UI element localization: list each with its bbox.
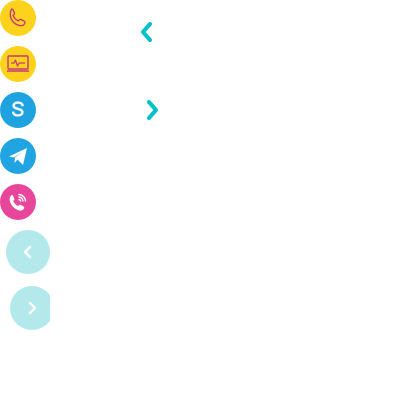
side-controls: [0, 222, 50, 342]
viber-icon: [9, 193, 27, 211]
chevron-right-icon: [147, 100, 158, 120]
telegram-icon: [9, 148, 27, 165]
side-prev-button[interactable]: [6, 230, 50, 274]
side-next-button[interactable]: [10, 286, 50, 330]
skype-button[interactable]: [0, 92, 36, 128]
skype-icon: [12, 101, 24, 117]
chevron-left-button[interactable]: [137, 20, 157, 49]
telegram-button[interactable]: [0, 138, 36, 174]
chevron-left-icon: [141, 22, 152, 42]
phone-icon: [9, 8, 26, 27]
chevron-left-icon: [23, 245, 32, 259]
chevron-right-icon: [28, 301, 37, 315]
phone-button[interactable]: [0, 0, 36, 36]
stage: [0, 0, 400, 400]
chevron-right-button[interactable]: [143, 98, 163, 127]
viber-button[interactable]: [0, 184, 36, 220]
monitor-icon: [7, 55, 29, 72]
monitor-button[interactable]: [0, 46, 36, 82]
